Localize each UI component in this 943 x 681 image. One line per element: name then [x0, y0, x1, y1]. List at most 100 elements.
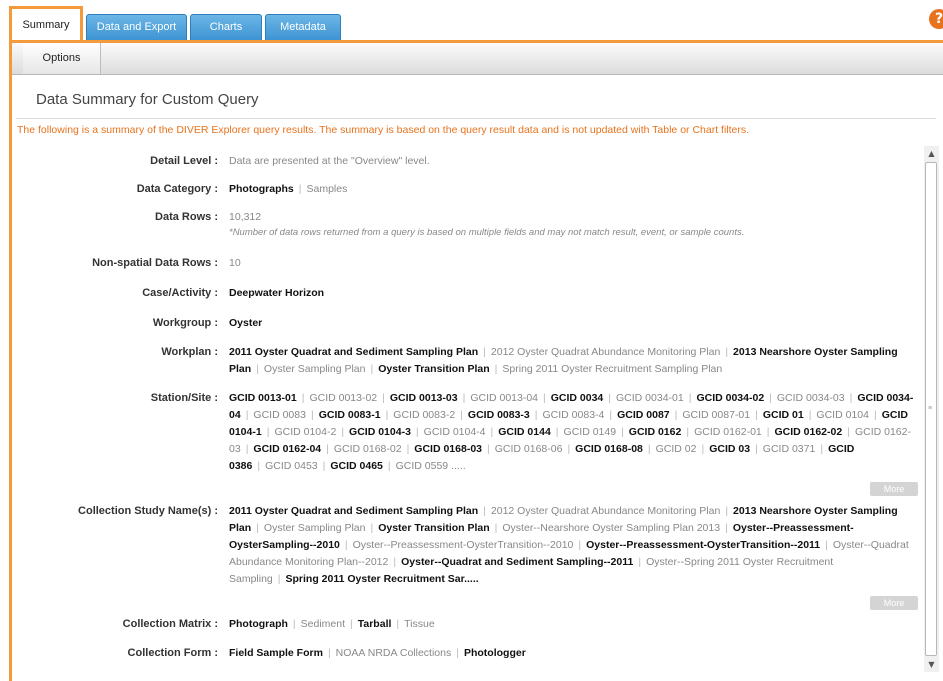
field-value: GCID 0013-01 | GCID 0013-02 | GCID 0013-03 | G…	[229, 390, 919, 475]
value-item: GCID 0034-02	[696, 392, 765, 404]
value-item: NOAA NRDA Collections	[335, 647, 452, 659]
value-item: GCID 0034-03	[776, 392, 845, 404]
value-item: GCID 0013-02	[309, 392, 378, 404]
field-value: Deepwater Horizon	[229, 285, 919, 302]
separator: |	[310, 409, 314, 421]
value-item: GCID 01	[762, 409, 804, 421]
value-item: 2012 Oyster Quadrat Abundance Monitoring…	[490, 505, 721, 517]
value-item: GCID 0465	[330, 460, 383, 472]
tab-data-and-export[interactable]: Data and Export	[86, 14, 187, 40]
field-value: Field Sample Form | NOAA NRDA Collections |…	[229, 645, 919, 662]
value-item: Tissue	[404, 618, 435, 630]
options-button[interactable]: Options	[23, 43, 101, 74]
separator: |	[256, 363, 259, 375]
value-item: Oyster--Preassessment-OysterTransition--…	[352, 539, 574, 551]
separator: |	[608, 392, 612, 404]
value-item: 2012 Oyster Quadrat Abundance Monitoring…	[490, 346, 721, 358]
separator: |	[543, 392, 546, 404]
value-item: GCID 0162	[628, 426, 682, 438]
scroll-down-arrow-icon[interactable]: ▼	[924, 657, 939, 672]
separator: |	[245, 443, 249, 455]
tab-summary[interactable]: Summary	[9, 6, 83, 43]
value-item: 10	[229, 257, 241, 269]
value-item: GCID 0083-3	[467, 409, 530, 421]
separator: |	[327, 647, 331, 659]
more-button[interactable]: More	[870, 596, 918, 610]
value-item: GCID 02	[655, 443, 697, 455]
separator: |	[494, 522, 498, 534]
value-item: Oyster--Nearshore Oyster Sampling Plan 2…	[502, 522, 721, 534]
separator: |	[820, 443, 824, 455]
field-label: Collection Matrix :	[122, 618, 218, 630]
value-item: 2011 Oyster Quadrat and Sediment Samplin…	[229, 346, 479, 358]
field-value: 10	[229, 255, 919, 272]
value-item: GCID 0104	[816, 409, 869, 421]
field-label: Workgroup :	[152, 317, 218, 329]
value-item: Sediment	[300, 618, 346, 630]
separator: |	[483, 505, 486, 517]
value-item: GCID 0559 .....	[395, 460, 466, 472]
value-item: GCID 0013-04	[470, 392, 539, 404]
separator: |	[483, 346, 486, 358]
value-item: GCID 0083-2	[393, 409, 456, 421]
separator: |	[322, 460, 326, 472]
value-item: GCID 0083-4	[542, 409, 605, 421]
separator: |	[847, 426, 850, 438]
separator: |	[567, 443, 571, 455]
tab-charts[interactable]: Charts	[190, 14, 262, 40]
value-item: 10,312	[229, 211, 262, 223]
value-item: Photograph	[229, 618, 288, 630]
separator: |	[460, 409, 463, 421]
separator: |	[393, 556, 397, 568]
value-item: GCID 0144	[498, 426, 551, 438]
separator: |	[385, 409, 389, 421]
value-item: Oyster Transition Plan	[378, 363, 490, 375]
separator: |	[755, 443, 758, 455]
separator: |	[686, 426, 690, 438]
value-item: Oyster--Preassessment-OysterTransition--…	[586, 539, 821, 551]
separator: |	[415, 426, 419, 438]
value-item: Oyster Transition Plan	[378, 522, 490, 534]
separator: |	[688, 392, 692, 404]
value-item: GCID 0149	[563, 426, 617, 438]
value-item: GCID 0168-08	[575, 443, 643, 455]
separator: |	[725, 522, 728, 534]
value-item: Photologger	[463, 647, 526, 659]
field-label: Case/Activity :	[142, 287, 218, 299]
tab-metadata[interactable]: Metadata	[265, 14, 341, 40]
field-value: Photographs | Samples	[229, 181, 919, 198]
more-button[interactable]: More	[870, 482, 918, 496]
value-item: Oyster Sampling Plan	[263, 522, 366, 534]
value-item: GCID 0371	[762, 443, 816, 455]
field-label: Station/Site :	[150, 392, 218, 404]
summary-notice: The following is a summary of the DIVER …	[17, 124, 750, 136]
field-label: Detail Level :	[150, 155, 218, 167]
value-item: GCID 03	[709, 443, 751, 455]
separator: |	[382, 392, 385, 404]
separator: |	[341, 426, 345, 438]
vertical-scrollbar[interactable]: ▲ ≡ ▼	[924, 146, 939, 672]
value-item: Oyster Sampling Plan	[263, 363, 366, 375]
separator: |	[456, 647, 459, 659]
scroll-thumb[interactable]: ≡	[925, 162, 937, 656]
scroll-up-arrow-icon[interactable]: ▲	[924, 146, 939, 161]
value-item: Spring 2011 Oyster Recruitment Sar.....	[285, 573, 479, 585]
separator: |	[647, 443, 651, 455]
separator: |	[766, 426, 770, 438]
separator: |	[301, 392, 305, 404]
separator: |	[621, 426, 624, 438]
value-item: Deepwater Horizon	[229, 287, 325, 299]
value-item: GCID 0104-4	[423, 426, 486, 438]
separator: |	[638, 556, 642, 568]
toolbar: Options	[12, 43, 943, 75]
data-rows-note: *Number of data rows returned from a que…	[229, 227, 745, 238]
value-item: GCID 0104-2	[274, 426, 337, 438]
separator: |	[494, 363, 498, 375]
value-item: Spring 2011 Oyster Recruitment Sampling …	[502, 363, 723, 375]
separator: |	[462, 392, 466, 404]
value-item: GCID 0034	[550, 392, 604, 404]
value-item: GCID 0013-03	[389, 392, 458, 404]
value-item: GCID 0162-02	[774, 426, 843, 438]
help-icon[interactable]: ?	[929, 9, 943, 29]
value-item: Oyster--Quadrat and Sediment Sampling--2…	[401, 556, 634, 568]
